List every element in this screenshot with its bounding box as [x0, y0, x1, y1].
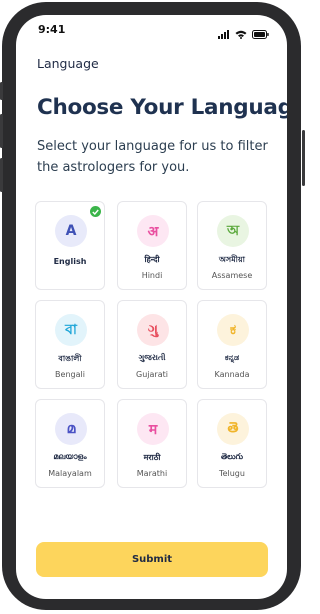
language-native-name: हिन्दी [144, 255, 160, 264]
wifi-icon [235, 24, 247, 43]
page-subtitle: Select your language for us to filter th… [37, 139, 268, 175]
language-tile-assamese[interactable]: অ অসমীয়া Assamese [197, 201, 267, 290]
language-english-name: Telugu [219, 469, 245, 478]
language-english-name: Hindi [141, 271, 163, 280]
status-icons [218, 24, 269, 43]
side-button-left-1 [0, 82, 3, 100]
language-english-name: English [53, 257, 87, 266]
language-tile-malayalam[interactable]: മ മലയാളം Malayalam [35, 399, 105, 488]
language-glyph-badge: अ [137, 215, 169, 247]
language-tile-telugu[interactable]: తె తెలుగు Telugu [197, 399, 267, 488]
language-tile-kannada[interactable]: ಕ ಕನ್ನಡ Kannada [197, 300, 267, 389]
header-title: Language [37, 56, 99, 71]
language-native-name: ગુજરાતી [138, 353, 166, 362]
language-glyph-badge: తె [217, 413, 249, 445]
language-tile-english[interactable]: A English [35, 201, 105, 290]
status-time: 9:41 [38, 23, 66, 36]
language-english-name: Malayalam [48, 469, 92, 478]
check-icon [90, 206, 101, 217]
battery-icon [252, 24, 269, 43]
language-native-name: తెలుగు [220, 452, 244, 461]
language-glyph-badge: ગુ [137, 314, 169, 346]
language-glyph-badge: മ [55, 413, 87, 445]
language-english-name: Assamese [211, 271, 253, 280]
side-button-left-3 [0, 158, 3, 192]
side-button-right [302, 130, 305, 186]
language-native-name: বাঙালী [58, 354, 82, 363]
language-english-name: Bengali [55, 370, 85, 379]
language-glyph-badge: বা [55, 314, 87, 346]
status-bar: 9:41 [16, 15, 287, 45]
language-english-name: Marathi [136, 469, 168, 478]
submit-button[interactable]: Submit [36, 542, 268, 577]
language-glyph-badge: A [55, 215, 87, 247]
language-native-name: मराठी [143, 453, 161, 462]
language-tile-marathi[interactable]: म मराठी Marathi [117, 399, 187, 488]
language-tile-bengali[interactable]: বা বাঙালী Bengali [35, 300, 105, 389]
language-native-name: മലയാളം [53, 452, 87, 461]
language-glyph-badge: ಕ [217, 314, 249, 346]
side-button-left-2 [0, 114, 3, 148]
language-glyph-badge: म [137, 413, 169, 445]
page-title: Choose Your Language [37, 95, 287, 120]
app-screen: 9:41 Language Choose Your Language Selec… [16, 15, 287, 599]
language-tile-hindi[interactable]: अ हिन्दी Hindi [117, 201, 187, 290]
signal-icon [218, 24, 230, 43]
language-native-name: ಕನ್ನಡ [224, 353, 240, 362]
language-english-name: Gujarati [136, 370, 168, 379]
language-glyph-badge: অ [217, 215, 249, 247]
language-native-name: অসমীয়া [219, 255, 245, 264]
language-tile-gujarati[interactable]: ગુ ગુજરાતી Gujarati [117, 300, 187, 389]
language-english-name: Kannada [214, 370, 250, 379]
